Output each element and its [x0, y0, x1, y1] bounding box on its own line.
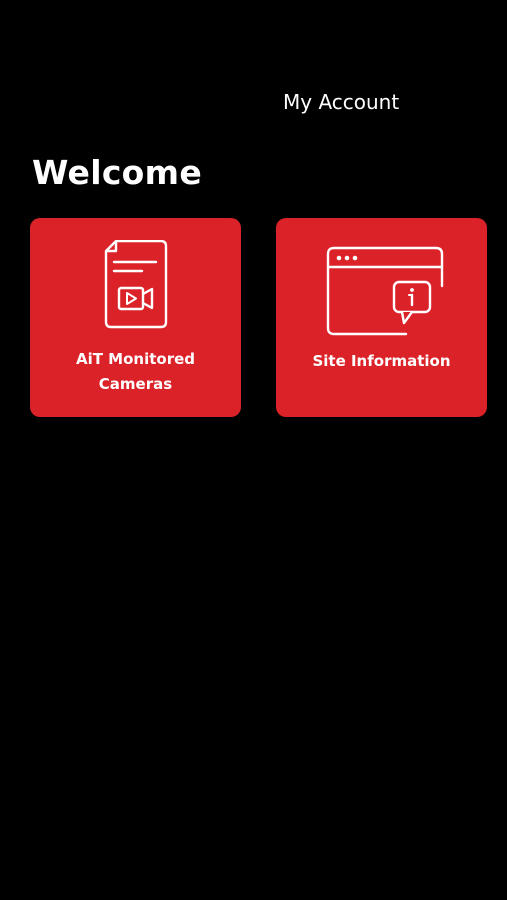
browser-info-icon: [326, 246, 444, 336]
camera-document-icon: [104, 240, 168, 329]
tile-label-line: AiT Monitored: [75, 350, 196, 368]
welcome-heading: Welcome: [32, 153, 203, 192]
tile-label: Site Information: [276, 349, 487, 374]
tile-label-line: Cameras: [98, 375, 173, 393]
tile-label-line: Site Information: [312, 352, 451, 370]
tile-label: AiT Monitored Cameras: [30, 347, 241, 397]
site-information-tile[interactable]: Site Information: [276, 218, 487, 417]
my-account-link[interactable]: My Account: [283, 90, 399, 114]
top-bar: My Account: [0, 0, 507, 140]
ait-monitored-cameras-tile[interactable]: AiT Monitored Cameras: [30, 218, 241, 417]
